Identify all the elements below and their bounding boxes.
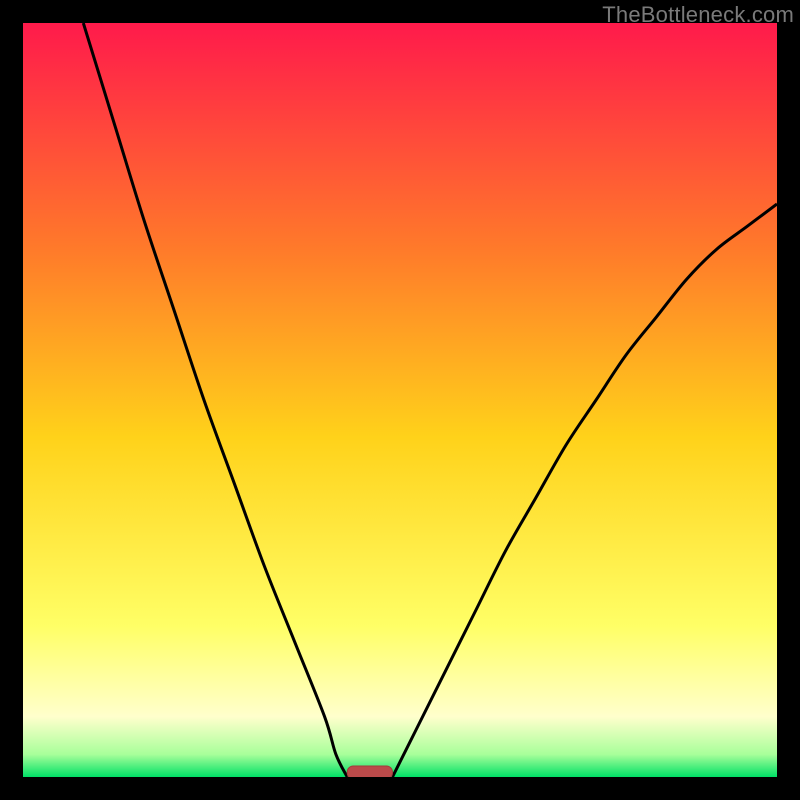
plot-area	[23, 23, 777, 777]
chart-svg	[23, 23, 777, 777]
watermark-text: TheBottleneck.com	[602, 2, 794, 28]
chart-frame: TheBottleneck.com	[0, 0, 800, 800]
gradient-background	[23, 23, 777, 777]
optimum-marker	[347, 766, 392, 777]
